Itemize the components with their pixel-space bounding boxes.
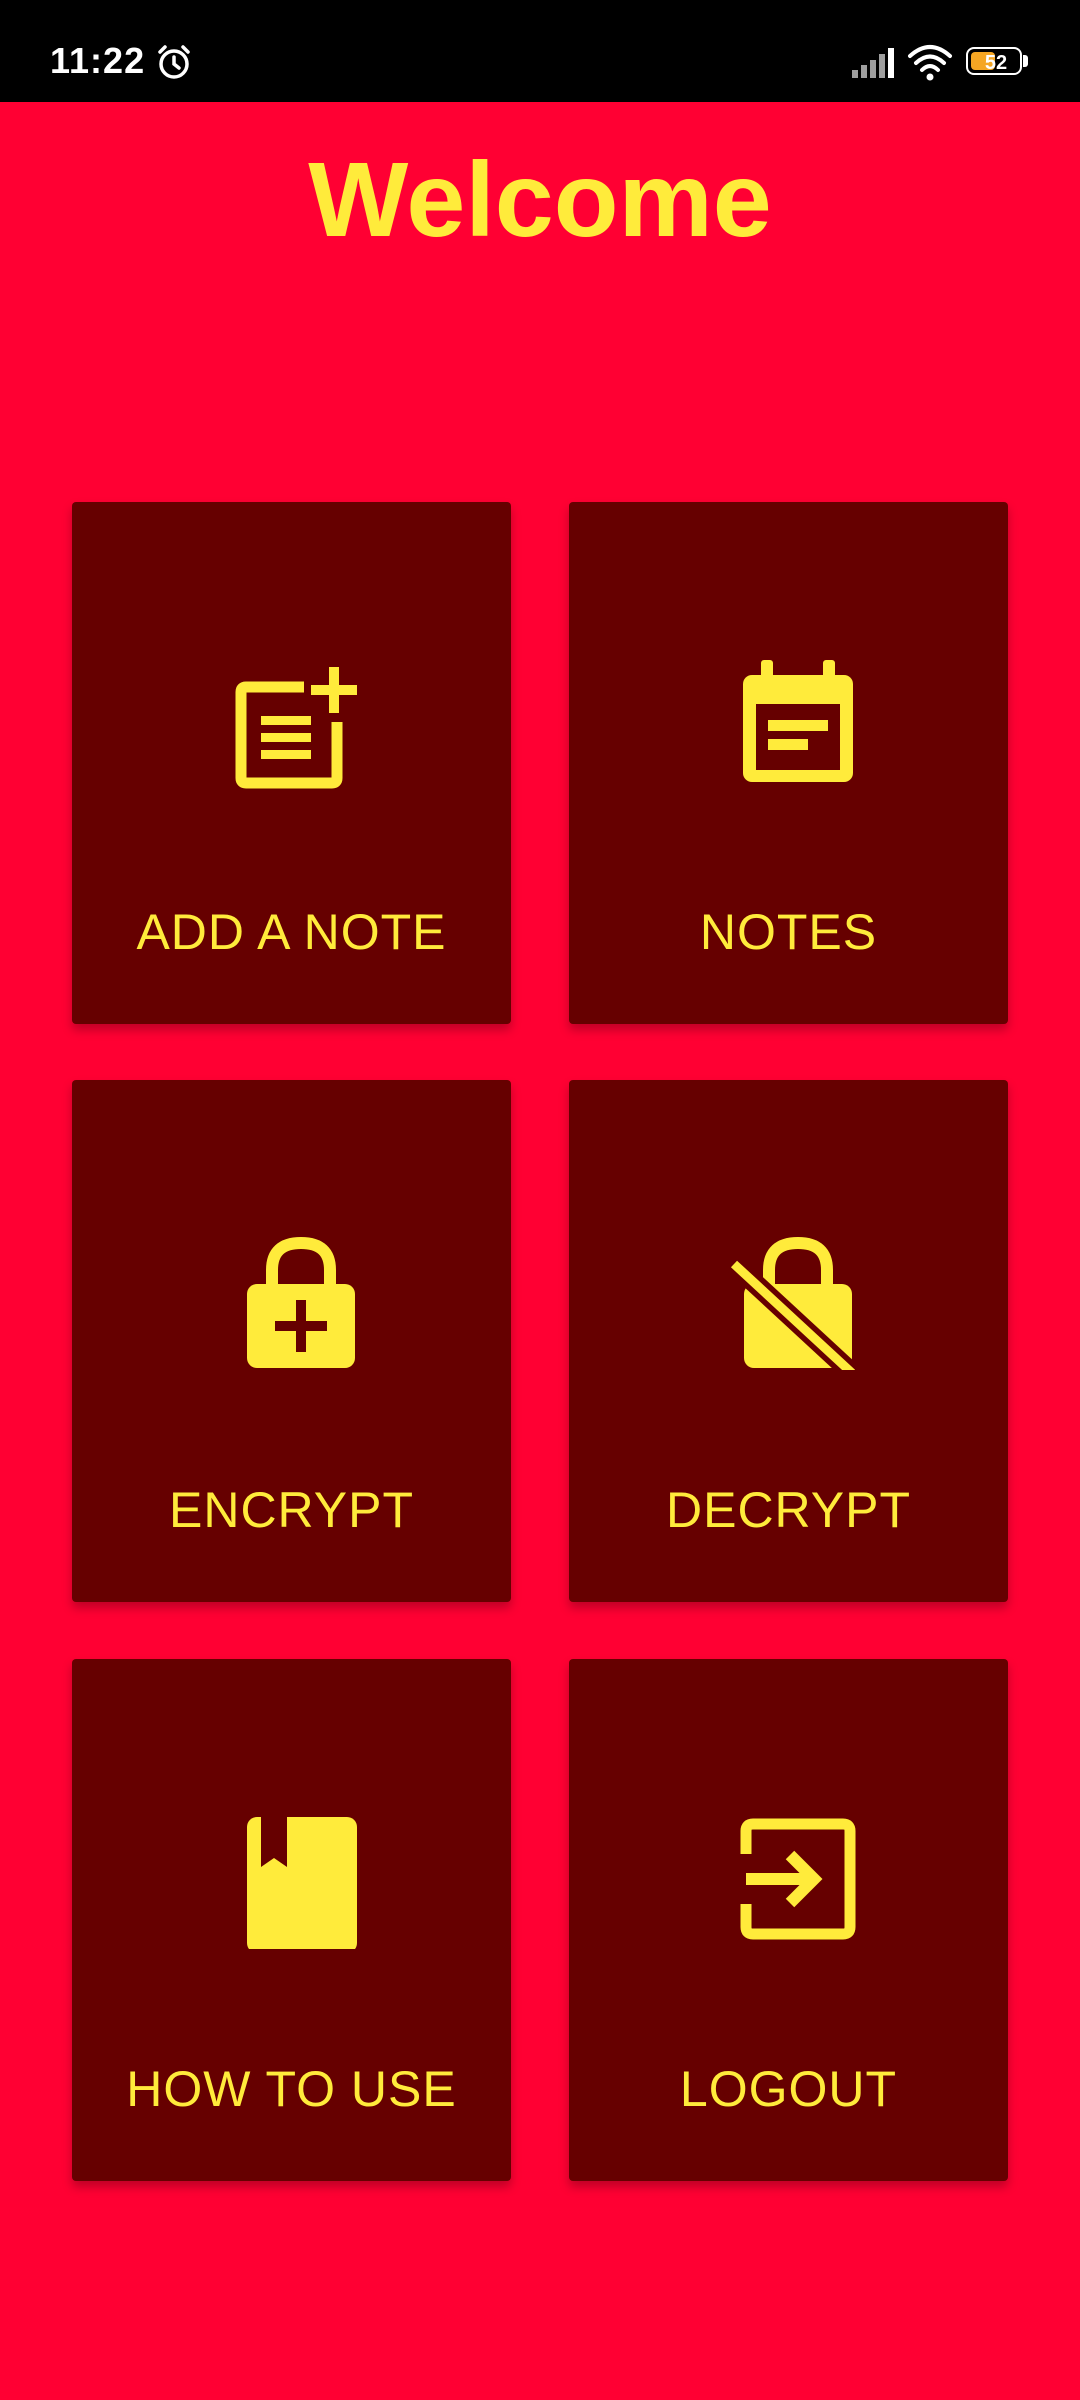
- battery-tip: [1023, 55, 1028, 67]
- page-title: Welcome: [308, 141, 772, 259]
- status-bar: 11:22 52: [0, 0, 1080, 102]
- logout-icon: [740, 1818, 856, 1940]
- battery-indicator: 52: [966, 47, 1028, 77]
- encrypt-label: ENCRYPT: [168, 1482, 414, 1538]
- logout-button[interactable]: LOGOUT: [569, 1659, 1008, 2181]
- battery-percent: 52: [984, 52, 1008, 74]
- how-to-use-label: HOW TO USE: [126, 2061, 457, 2117]
- notes-button[interactable]: NOTES: [569, 502, 1008, 1024]
- add-note-label: ADD A NOTE: [136, 904, 447, 960]
- battery-body: 52: [966, 47, 1022, 75]
- wifi-icon: [908, 45, 952, 81]
- notes-label: NOTES: [699, 904, 878, 960]
- signal-icon: [852, 48, 894, 78]
- status-time: 11:22: [50, 40, 146, 81]
- alarm-icon: [158, 45, 190, 79]
- decrypt-button[interactable]: DECRYPT: [569, 1080, 1008, 1602]
- how-to-use-button[interactable]: HOW TO USE: [72, 1659, 511, 2181]
- logout-label: LOGOUT: [679, 2061, 898, 2117]
- add-note-button[interactable]: ADD A NOTE: [72, 502, 511, 1024]
- book-bookmark-icon: [247, 1817, 357, 1949]
- encrypt-button[interactable]: ENCRYPT: [72, 1080, 511, 1602]
- decrypt-label: DECRYPT: [665, 1482, 911, 1538]
- calendar-note-icon: [743, 660, 853, 782]
- lock-plus-icon: [247, 1236, 355, 1368]
- lock-off-icon: [728, 1236, 859, 1370]
- note-add-icon: [235, 667, 357, 789]
